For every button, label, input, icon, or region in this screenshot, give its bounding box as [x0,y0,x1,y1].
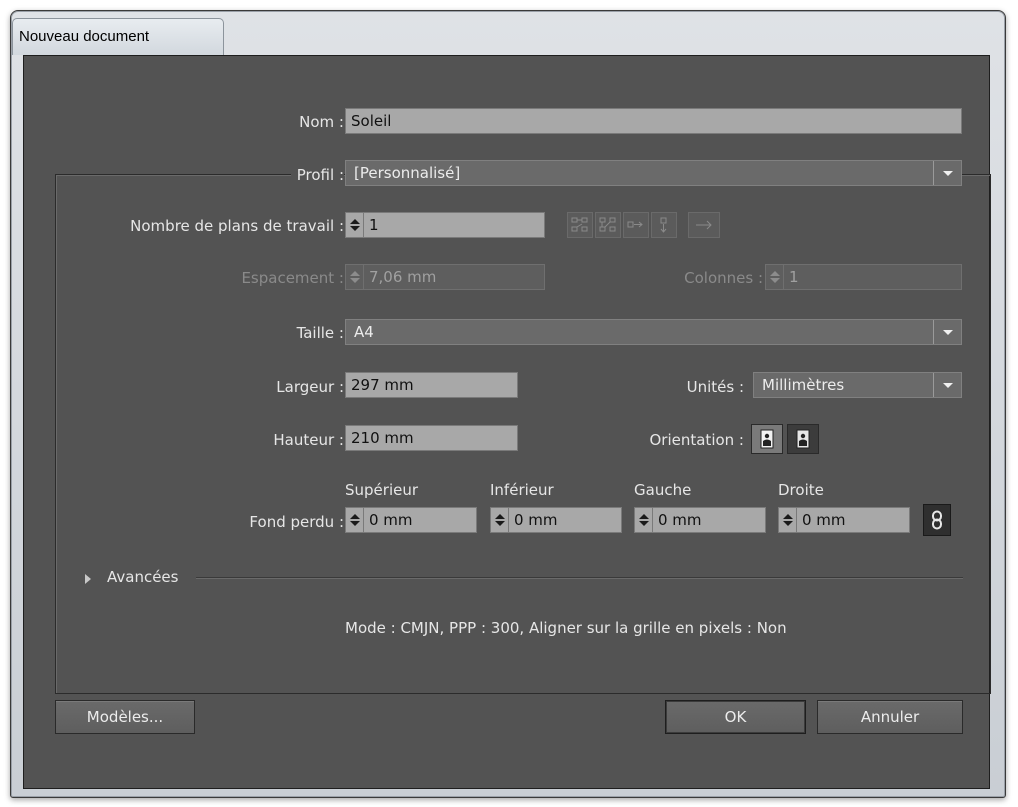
stepper-arrows-icon[interactable] [346,213,364,237]
bleed-bottom-stepper[interactable]: 0 mm [490,507,622,533]
chevron-down-icon [933,320,961,344]
profile-label: Profil : [290,166,344,184]
spacing-label: Espacement : [241,269,344,287]
ok-button[interactable]: OK [665,700,806,734]
expand-triangle-icon[interactable] [85,574,91,584]
advanced-toggle[interactable]: Avancées [107,568,178,586]
bleed-top-stepper[interactable]: 0 mm [345,507,477,533]
size-value: A4 [354,323,374,341]
chain-link-icon[interactable] [923,504,951,536]
spacing-stepper[interactable]: 7,06 mm [345,264,545,290]
portrait-orientation-icon[interactable] [751,424,783,454]
chevron-down-icon [933,161,961,185]
advanced-divider [196,577,963,578]
width-label: Largeur : [276,378,344,396]
landscape-orientation-icon[interactable] [787,424,819,454]
grid-by-column-icon[interactable] [595,212,621,238]
artboards-stepper[interactable]: 1 [345,212,545,238]
profile-select[interactable]: [Personnalisé] [345,160,962,186]
templates-button[interactable]: Modèles... [55,700,195,734]
name-input[interactable]: Soleil [345,108,962,134]
size-label: Taille : [296,324,344,342]
bleed-left-heading: Gauche [634,481,692,499]
bleed-bottom-heading: Inférieur [490,481,554,499]
chevron-down-icon [933,373,961,397]
grid-by-row-icon[interactable] [567,212,593,238]
spacing-value: 7,06 mm [369,268,437,286]
profile-group-frame [55,174,991,694]
orientation-label: Orientation : [649,431,744,449]
units-value: Millimètres [762,376,845,394]
arrow-right-icon[interactable] [688,212,720,238]
stepper-arrows-icon[interactable] [346,508,364,532]
bleed-right-value: 0 mm [802,511,846,529]
document-summary: Mode : CMJN, PPP : 300, Aligner sur la g… [345,619,787,637]
columns-label: Colonnes : [684,269,763,287]
stepper-arrows-icon[interactable] [346,265,364,289]
bleed-label: Fond perdu : [249,513,344,531]
columns-value: 1 [789,268,799,286]
units-select[interactable]: Millimètres [753,372,962,398]
stepper-arrows-icon[interactable] [779,508,797,532]
height-input[interactable]: 210 mm [345,425,518,451]
artboards-label: Nombre de plans de travail : [130,217,344,235]
units-label: Unités : [686,378,744,396]
stepper-arrows-icon[interactable] [766,265,784,289]
bleed-right-heading: Droite [778,481,824,499]
dialog-body: Nom : Soleil Profil : [Personnalisé] Nom… [23,55,991,789]
size-select[interactable]: A4 [345,319,962,345]
arrange-by-column-icon[interactable] [651,212,677,238]
profile-value: [Personnalisé] [354,164,461,182]
title-bar: Nouveau document [12,18,994,55]
artboards-value: 1 [369,216,379,234]
title-tab: Nouveau document [12,18,224,55]
bleed-bottom-value: 0 mm [514,511,558,529]
window-title: Nouveau document [19,28,150,45]
bleed-left-value: 0 mm [658,511,702,529]
bleed-left-stepper[interactable]: 0 mm [634,507,766,533]
arrange-by-row-icon[interactable] [623,212,649,238]
name-label: Nom : [299,113,344,131]
stepper-arrows-icon[interactable] [491,508,509,532]
bleed-top-value: 0 mm [369,511,413,529]
cancel-button[interactable]: Annuler [817,700,963,734]
bleed-top-heading: Supérieur [345,481,419,499]
stepper-arrows-icon[interactable] [635,508,653,532]
width-input[interactable]: 297 mm [345,372,518,398]
bleed-right-stepper[interactable]: 0 mm [778,507,910,533]
columns-stepper[interactable]: 1 [765,264,962,290]
height-label: Hauteur : [273,431,344,449]
